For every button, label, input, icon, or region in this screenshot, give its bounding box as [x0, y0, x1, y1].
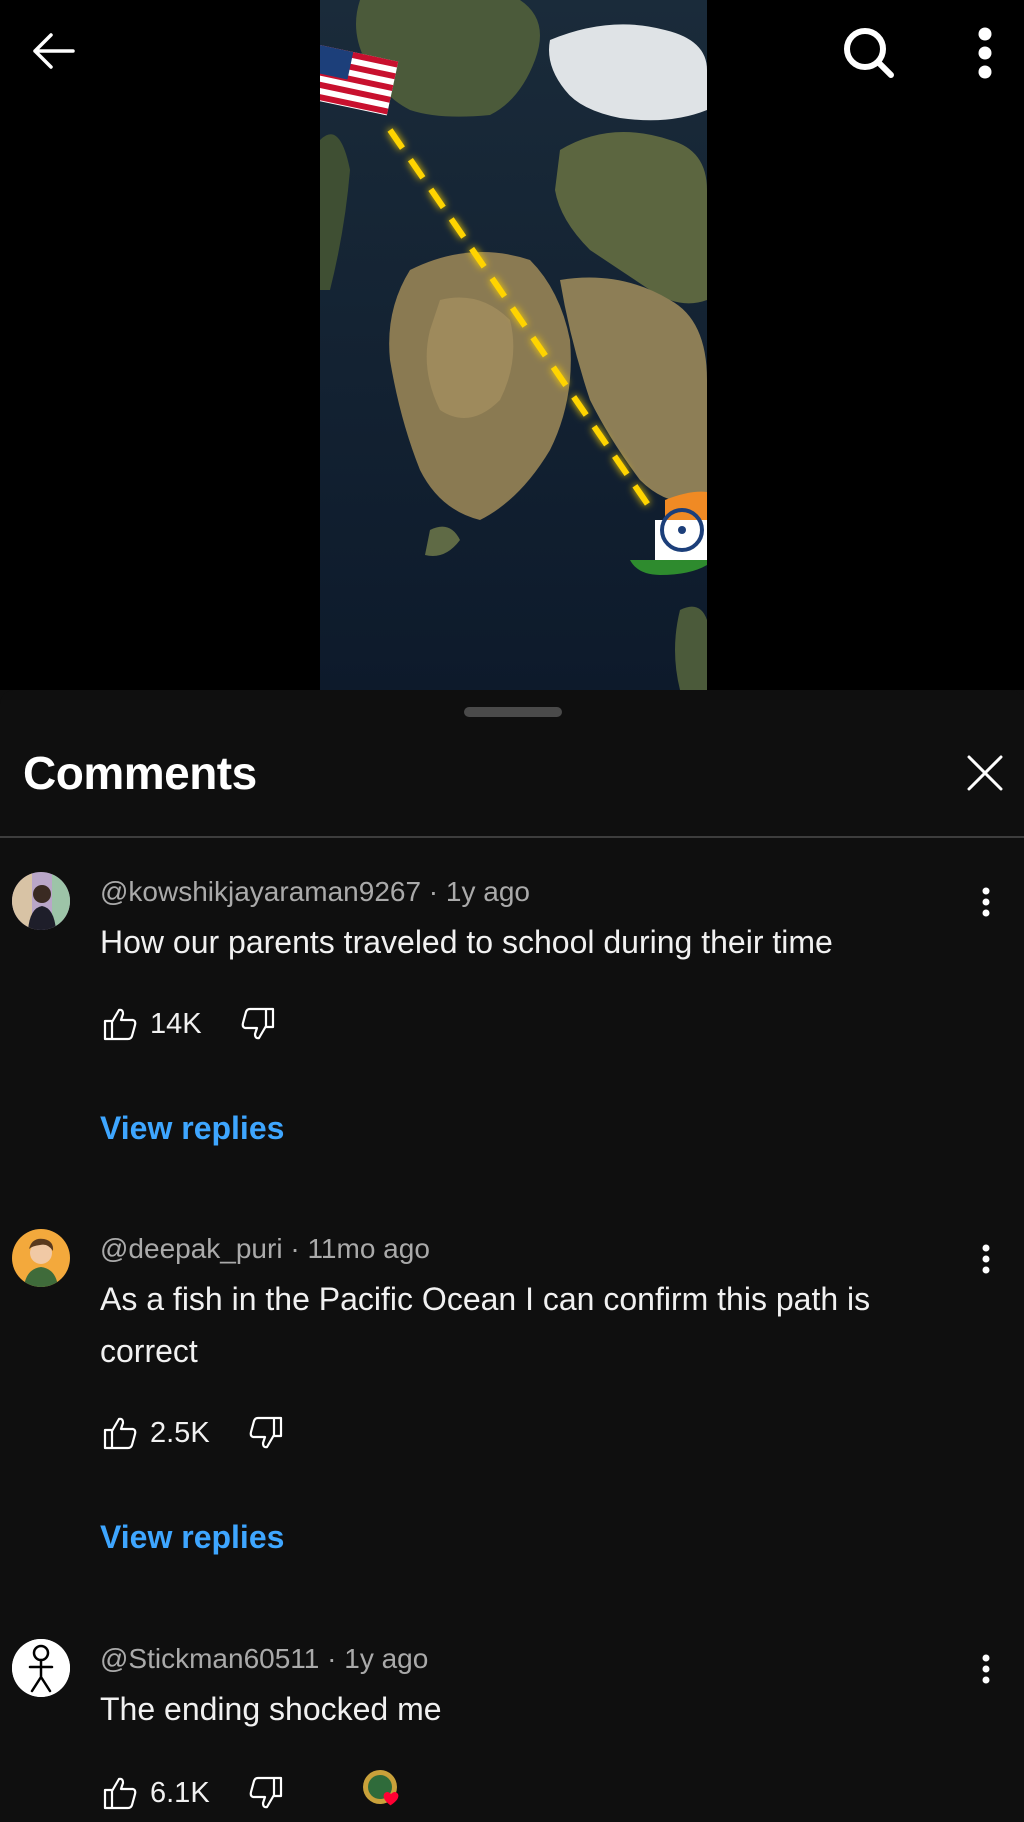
avatar[interactable] [12, 872, 70, 930]
sheet-title: Comments [23, 747, 257, 799]
close-icon [967, 755, 1003, 791]
thumb-up-icon [103, 1417, 137, 1450]
comment-author[interactable]: @deepak_puri [100, 1233, 283, 1264]
like-count: 2.5K [150, 1416, 210, 1449]
comment-author-line: @Stickman60511 · 1y ago [100, 1643, 428, 1675]
comment-time: 1y ago [344, 1643, 429, 1674]
comment-time: 1y ago [445, 876, 530, 907]
back-button[interactable] [24, 22, 82, 80]
comment-actions: 2.5K [100, 1411, 286, 1455]
view-replies-button[interactable]: View replies [100, 1110, 284, 1147]
separator: · [282, 1233, 308, 1264]
separator: · [421, 876, 446, 907]
more-vert-icon [982, 1244, 990, 1274]
close-comments-button[interactable] [960, 748, 1010, 798]
like-button[interactable] [100, 1004, 140, 1044]
search-icon [844, 28, 894, 78]
thumb-up-icon [103, 1008, 137, 1041]
video-frame-map [320, 0, 707, 690]
video-player[interactable] [0, 0, 1024, 690]
like-count: 14K [150, 1007, 202, 1040]
thumb-down-icon [249, 1776, 282, 1809]
comment-actions: 14K [100, 1002, 278, 1046]
creator-heart-badge [360, 1767, 410, 1817]
comment-menu-button[interactable] [972, 1649, 1000, 1689]
comment-author[interactable]: @Stickman60511 [100, 1643, 319, 1674]
user-avatar-icon [12, 872, 70, 930]
more-vert-icon [982, 1654, 990, 1684]
dislike-button[interactable] [238, 1004, 278, 1044]
more-options-button[interactable] [960, 24, 1010, 82]
user-avatar-icon [12, 1229, 70, 1287]
comment-menu-button[interactable] [972, 1239, 1000, 1279]
thumb-down-icon [241, 1007, 274, 1040]
like-count: 6.1K [150, 1776, 210, 1809]
comment-text: The ending shocked me [100, 1691, 442, 1727]
more-vert-icon [982, 887, 990, 917]
separator: · [319, 1643, 345, 1674]
thumb-down-icon [249, 1416, 282, 1449]
arrow-left-icon [33, 33, 75, 69]
more-vert-icon [978, 27, 992, 79]
like-button[interactable] [100, 1413, 140, 1453]
drag-handle[interactable] [464, 707, 562, 717]
comment-text: As a fish in the Pacific Ocean I can con… [100, 1281, 871, 1369]
like-button[interactable] [100, 1773, 140, 1813]
creator-heart-icon [363, 1770, 399, 1806]
dislike-button[interactable] [246, 1773, 286, 1813]
comment-time: 11mo ago [307, 1233, 430, 1264]
view-replies-button[interactable]: View replies [100, 1519, 284, 1556]
avatar[interactable] [12, 1229, 70, 1287]
comment-text: How our parents traveled to school durin… [100, 924, 833, 960]
avatar[interactable] [12, 1639, 70, 1697]
dislike-button[interactable] [246, 1413, 286, 1453]
thumb-up-icon [103, 1777, 137, 1810]
comment-actions: 6.1K [100, 1771, 286, 1815]
comment-author-line: @deepak_puri · 11mo ago [100, 1233, 430, 1265]
comment-menu-button[interactable] [972, 882, 1000, 922]
sheet-divider [0, 836, 1024, 838]
comment-author-line: @kowshikjayaraman9267 · 1y ago [100, 876, 530, 908]
comment-author[interactable]: @kowshikjayaraman9267 [100, 876, 421, 907]
stickman-avatar-icon [12, 1639, 70, 1697]
search-button[interactable] [840, 24, 896, 80]
